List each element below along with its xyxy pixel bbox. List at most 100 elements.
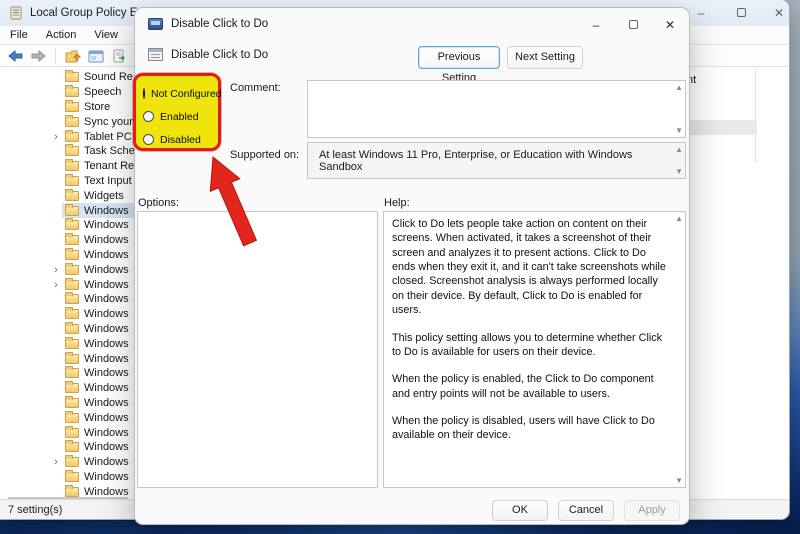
tree-item-label: Windows [84, 367, 129, 379]
folder-icon [65, 442, 79, 452]
comment-input[interactable]: ▲ ▼ [307, 80, 686, 138]
radio-button-icon[interactable] [143, 88, 145, 99]
scroll-down-icon[interactable]: ▼ [675, 476, 683, 485]
menu-file[interactable]: File [10, 29, 28, 41]
scroll-up-icon[interactable]: ▲ [675, 214, 683, 223]
radio-not-configured[interactable]: Not Configured [143, 82, 218, 105]
back-icon[interactable] [7, 48, 24, 64]
options-label: Options: [138, 197, 179, 209]
radio-button-icon[interactable] [143, 134, 154, 145]
folder-icon [65, 132, 79, 142]
tree-item-label: Text Input [84, 175, 132, 187]
forward-icon[interactable] [30, 48, 47, 64]
right-pane-selected-row[interactable] [688, 120, 757, 135]
menu-action[interactable]: Action [46, 29, 77, 41]
toolbar-separator [55, 49, 56, 63]
radio-label: Not Configured [151, 88, 222, 100]
folder-icon [65, 176, 79, 186]
tree-item-label: Windows [84, 338, 129, 350]
folder-icon [65, 309, 79, 319]
folder-icon [65, 146, 79, 156]
help-panel: Click to Do lets people take action on c… [383, 211, 686, 488]
radio-label: Disabled [160, 134, 201, 146]
tree-item-label: Task Sche [84, 145, 135, 157]
tree-item-label: Widgets [84, 190, 124, 202]
folder-icon [65, 206, 79, 216]
tree-item-label: Windows [84, 308, 129, 320]
tree-item-label: Windows [84, 293, 129, 305]
export-list-icon[interactable] [110, 48, 127, 64]
desktop: { "icons": { "minimize": "–", "close": "… [0, 0, 800, 534]
tree-item-label: Windows [84, 456, 129, 468]
maximize-icon [629, 20, 638, 29]
menu-view[interactable]: View [94, 29, 118, 41]
tree-item-label: Store [84, 101, 110, 113]
folder-icon [65, 102, 79, 112]
status-text: 7 setting(s) [8, 504, 62, 516]
folder-icon [65, 354, 79, 364]
tree-item-label: Windows [84, 412, 129, 424]
tree-item-label: Windows [84, 353, 129, 365]
radio-enabled[interactable]: Enabled [143, 105, 218, 128]
bg-maximize-button[interactable] [726, 2, 756, 23]
folder-icon [65, 487, 79, 497]
folder-icon [65, 220, 79, 230]
policy-dialog-icon [148, 18, 163, 30]
folder-icon [65, 398, 79, 408]
folder-action-icon[interactable] [64, 48, 81, 64]
dialog-maximize-button[interactable] [618, 14, 648, 35]
help-label: Help: [384, 197, 410, 209]
ok-button[interactable]: OK [492, 500, 548, 521]
tree-item-label: Windows [84, 382, 129, 394]
tree-item-label: Sound Re [84, 71, 133, 83]
folder-icon [65, 265, 79, 275]
dialog-close-button[interactable]: ✕ [655, 14, 685, 35]
radio-button-icon[interactable] [143, 111, 154, 122]
tree-item-label: Windows [84, 486, 129, 498]
options-panel [137, 211, 378, 488]
radio-label: Enabled [160, 111, 199, 123]
help-paragraph: This policy setting allows you to determ… [392, 331, 667, 360]
console-window-icon[interactable] [87, 48, 104, 64]
expand-chevron-icon[interactable]: › [50, 132, 62, 142]
help-paragraph: When the policy is disabled, users will … [392, 414, 667, 443]
tree-item-label: Windows [84, 205, 129, 217]
scroll-up-icon[interactable]: ▲ [675, 145, 683, 154]
folder-icon [65, 72, 79, 82]
tree-item-label: Windows [84, 249, 129, 261]
previous-setting-button[interactable]: Previous Setting [418, 46, 500, 69]
setting-header: Disable Click to Do [148, 48, 268, 61]
dialog-minimize-button[interactable]: – [581, 14, 611, 35]
folder-icon [65, 191, 79, 201]
gpedit-app-icon [9, 6, 23, 20]
radio-highlight-box: Not Configured Enabled Disabled [133, 73, 221, 151]
supported-on-label: Supported on: [230, 149, 299, 161]
supported-on-value: At least Windows 11 Pro, Enterprise, or … [319, 149, 667, 173]
scroll-down-icon[interactable]: ▼ [675, 126, 683, 135]
folder-icon [65, 457, 79, 467]
folder-icon [65, 428, 79, 438]
help-text: Click to Do lets people take action on c… [384, 212, 671, 487]
scroll-up-icon[interactable]: ▲ [675, 83, 683, 92]
tree-item-label: Windows [84, 441, 129, 453]
folder-icon [65, 280, 79, 290]
bg-minimize-button[interactable]: – [686, 2, 716, 23]
folder-icon [65, 383, 79, 393]
folder-icon [65, 161, 79, 171]
dialog-title: Disable Click to Do [171, 18, 268, 30]
radio-disabled[interactable]: Disabled [143, 128, 218, 151]
next-setting-button[interactable]: Next Setting [507, 46, 583, 69]
expand-chevron-icon[interactable]: › [50, 457, 62, 467]
scroll-down-icon[interactable]: ▼ [675, 167, 683, 176]
expand-chevron-icon[interactable]: › [50, 280, 62, 290]
folder-icon [65, 413, 79, 423]
folder-icon [65, 368, 79, 378]
tree-item-label: Windows [84, 471, 129, 483]
tree-item-label: Tenant Re [84, 160, 134, 172]
bg-close-button[interactable]: ✕ [764, 2, 789, 23]
tree-item-label: Sync your [84, 116, 133, 128]
cancel-button[interactable]: Cancel [558, 500, 614, 521]
expand-chevron-icon[interactable]: › [50, 265, 62, 275]
tree-item-label: Windows [84, 264, 129, 276]
setting-name: Disable Click to Do [171, 49, 268, 61]
